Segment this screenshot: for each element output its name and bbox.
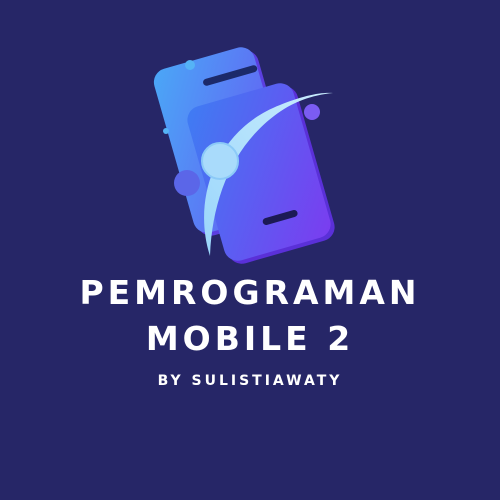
dot-top <box>185 60 195 70</box>
title-line-2: MOBILE 2 <box>145 319 355 358</box>
smartphone-icon <box>153 47 335 264</box>
dot-large-left <box>174 170 200 196</box>
author-byline: BY SULISTIAWATY <box>157 373 343 389</box>
title-line-1: PEMROGRAMAN <box>79 273 421 312</box>
dot-small-left <box>163 128 169 134</box>
logo-canvas: PEMROGRAMAN MOBILE 2 BY SULISTIAWATY <box>0 0 500 500</box>
dot-right <box>304 104 320 120</box>
